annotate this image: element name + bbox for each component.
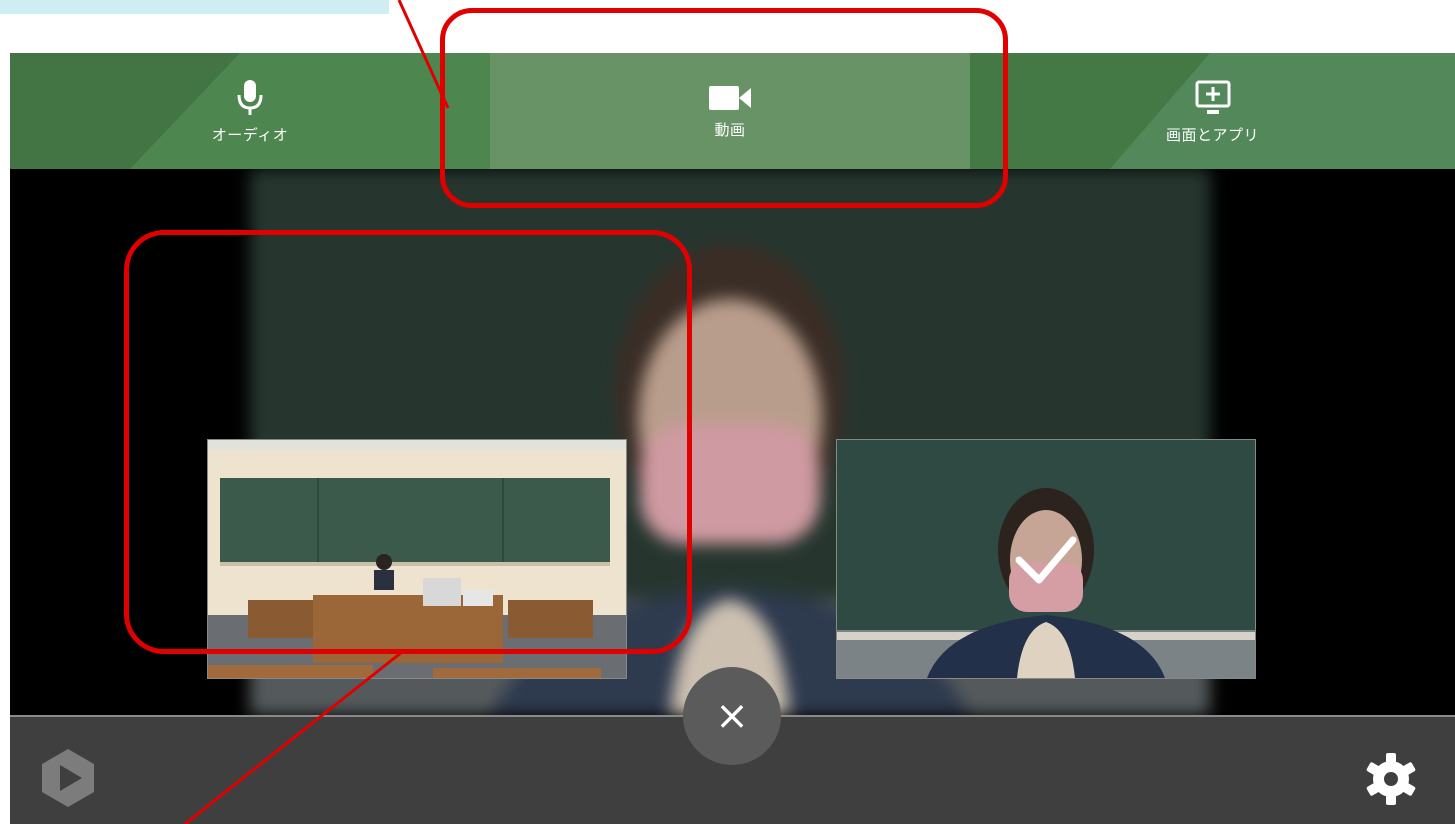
close-button[interactable]: × [683, 667, 781, 765]
source-tab-bar: オーディオ 動画 画面とアプリ [10, 53, 1455, 169]
presenter-camera-image [837, 440, 1255, 678]
video-camera-icon [709, 85, 751, 110]
tab-audio-label: オーディオ [211, 125, 289, 144]
tab-video-label: 動画 [714, 120, 746, 139]
microphone-icon [237, 79, 263, 115]
video-source-picker: オーディオ 動画 画面とアプリ × [10, 53, 1455, 824]
close-icon: × [715, 693, 749, 739]
classroom-camera-image [208, 440, 626, 678]
settings-gear-icon[interactable] [1363, 751, 1419, 807]
tab-audio[interactable]: オーディオ [10, 53, 490, 169]
tab-screen-and-apps[interactable]: 画面とアプリ [970, 53, 1455, 169]
classroom-camera-thumbnail[interactable] [207, 439, 627, 679]
camera-stage [10, 169, 1455, 715]
presenter-camera-thumbnail[interactable] [836, 439, 1256, 679]
callout-box [0, 0, 389, 14]
tab-video[interactable]: 動画 [490, 53, 970, 169]
tab-screen-label: 画面とアプリ [1165, 125, 1259, 144]
app-logo-icon [42, 749, 94, 807]
screen-share-icon [1195, 80, 1230, 114]
